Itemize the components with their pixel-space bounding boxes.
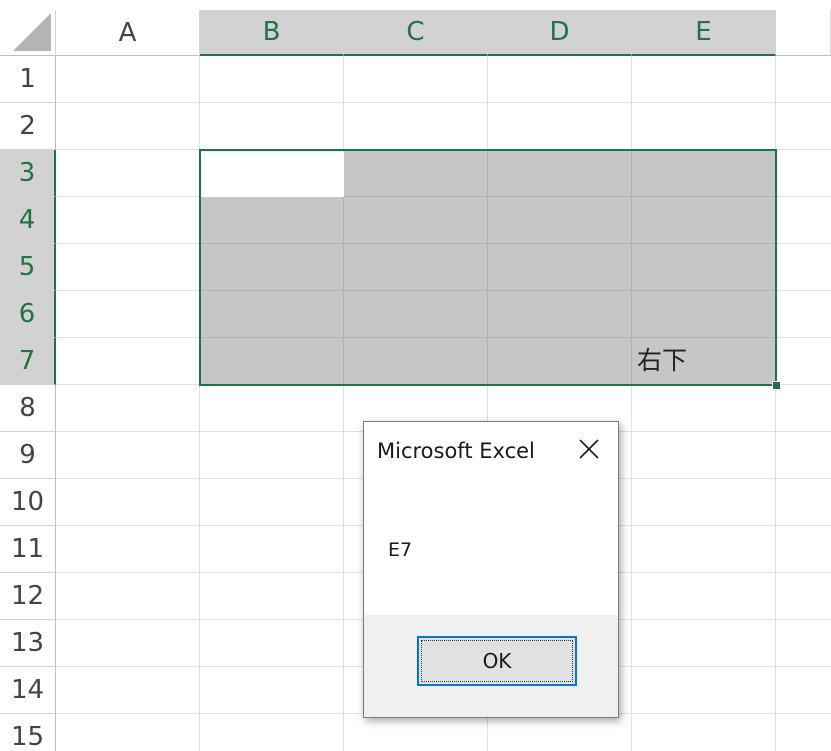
select-all-corner[interactable] xyxy=(0,10,56,56)
select-all-triangle-icon xyxy=(13,13,51,51)
column-header-c[interactable]: C xyxy=(344,10,488,56)
row-header-6[interactable]: 6 xyxy=(0,291,56,338)
row-header-7[interactable]: 7 xyxy=(0,338,56,385)
row-header-8[interactable]: 8 xyxy=(0,385,56,432)
selection-border xyxy=(199,149,777,386)
dialog-message: E7 xyxy=(388,539,413,561)
column-header-a[interactable]: A xyxy=(56,10,200,56)
column-header-b[interactable]: B xyxy=(200,10,344,56)
dialog-title: Microsoft Excel xyxy=(377,439,535,463)
row-header-2[interactable]: 2 xyxy=(0,103,56,150)
row-header-12[interactable]: 12 xyxy=(0,573,56,620)
row-header-3[interactable]: 3 xyxy=(0,150,56,197)
grid-line-horizontal xyxy=(56,102,831,103)
row-header-1[interactable]: 1 xyxy=(0,56,56,103)
column-header-d[interactable]: D xyxy=(488,10,632,56)
row-header-4[interactable]: 4 xyxy=(0,197,56,244)
row-header-5[interactable]: 5 xyxy=(0,244,56,291)
row-header-9[interactable]: 9 xyxy=(0,432,56,479)
row-header-11[interactable]: 11 xyxy=(0,526,56,573)
ok-button[interactable]: OK xyxy=(417,636,577,686)
row-header-15[interactable]: 15 xyxy=(0,714,56,751)
message-box-dialog: Microsoft Excel E7 OK xyxy=(363,421,619,718)
close-icon xyxy=(579,439,599,459)
fill-handle[interactable] xyxy=(772,381,781,390)
column-header-e[interactable]: E xyxy=(632,10,776,56)
row-header-13[interactable]: 13 xyxy=(0,620,56,667)
row-header-14[interactable]: 14 xyxy=(0,667,56,714)
column-header-overflow[interactable] xyxy=(776,10,831,56)
row-header-10[interactable]: 10 xyxy=(0,479,56,526)
dialog-footer: OK xyxy=(364,615,618,717)
close-button[interactable] xyxy=(574,434,604,464)
